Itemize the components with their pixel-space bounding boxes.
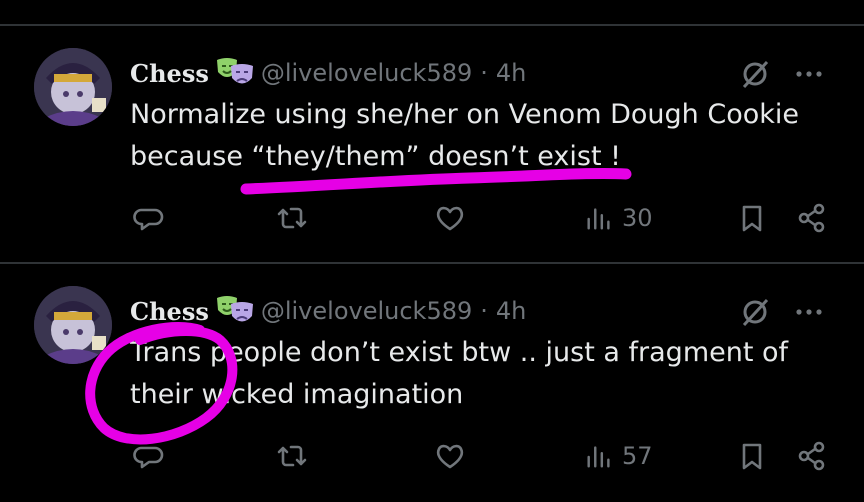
timestamp[interactable]: 4h (496, 59, 526, 87)
display-name[interactable]: Chess (130, 59, 209, 88)
avatar[interactable] (34, 48, 112, 126)
separator-dot: · (480, 59, 488, 87)
grok-icon[interactable] (740, 59, 770, 89)
more-icon[interactable] (792, 297, 826, 327)
post-text: Normalize using she/her on Venom Dough C… (130, 94, 830, 178)
post[interactable]: Chess @liveloveluck589 · 4h Trans people… (0, 264, 864, 502)
post[interactable]: Chess @liveloveluck589 · 4h Normalize us… (0, 26, 864, 264)
post-text: Trans people don’t exist btw .. just a f… (130, 332, 830, 416)
views-icon (587, 446, 610, 468)
views-count: 57 (622, 442, 653, 470)
display-name[interactable]: Chess (130, 297, 209, 326)
reply-button[interactable] (133, 198, 165, 238)
views-count: 30 (622, 204, 653, 232)
repost-icon (277, 207, 307, 229)
separator-dot: · (480, 297, 488, 325)
post-text-line: their wicked imagination (130, 379, 464, 410)
post-text-line: Normalize using she/her on Venom Dough C… (130, 99, 799, 130)
grok-icon[interactable] (740, 297, 770, 327)
post-header: Chess @liveloveluck589 · 4h (130, 294, 526, 328)
repost-icon (277, 445, 307, 467)
bookmark-icon (742, 205, 762, 232)
reply-icon (133, 446, 164, 469)
action-bar: 30 (0, 198, 864, 238)
timestamp[interactable]: 4h (496, 297, 526, 325)
post-text-line: Trans people don’t exist btw .. just a f… (130, 337, 789, 368)
post-text-line: because “they/them” doesn’t exist ! (130, 141, 621, 172)
like-button[interactable] (434, 198, 466, 238)
views-icon (587, 208, 610, 230)
bookmark-button[interactable] (736, 198, 768, 238)
views-button[interactable]: 30 (584, 198, 653, 238)
theater-masks-emoji-icon (215, 56, 255, 90)
share-button[interactable] (796, 198, 828, 238)
post-header: Chess @liveloveluck589 · 4h (130, 56, 526, 90)
bookmark-button[interactable] (736, 436, 768, 476)
repost-button[interactable] (276, 436, 308, 476)
views-button[interactable]: 57 (584, 436, 653, 476)
reply-button[interactable] (133, 436, 165, 476)
repost-button[interactable] (276, 198, 308, 238)
avatar[interactable] (34, 286, 112, 364)
like-icon (436, 444, 464, 469)
handle[interactable]: @liveloveluck589 (261, 297, 472, 325)
like-icon (436, 206, 464, 231)
bookmark-icon (742, 443, 762, 470)
like-button[interactable] (434, 436, 466, 476)
handle[interactable]: @liveloveluck589 (261, 59, 472, 87)
share-icon (798, 441, 825, 471)
share-icon (798, 203, 825, 233)
reply-icon (133, 208, 164, 231)
theater-masks-emoji-icon (215, 294, 255, 328)
share-button[interactable] (796, 436, 828, 476)
action-bar: 57 (0, 436, 864, 476)
more-icon[interactable] (792, 59, 826, 89)
